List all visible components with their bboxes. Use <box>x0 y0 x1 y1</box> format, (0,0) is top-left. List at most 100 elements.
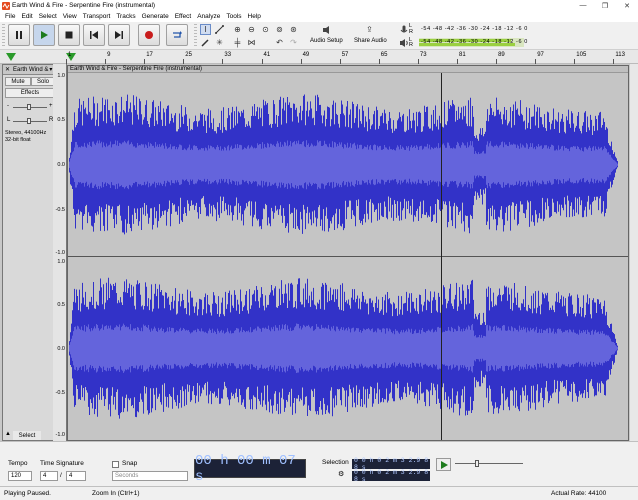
ruler-tick-label: 57 <box>341 52 349 58</box>
trim-audio-icon[interactable]: ╪ <box>232 37 243 48</box>
envelope-tool-icon[interactable] <box>214 24 225 35</box>
clip-title-bar[interactable]: Earth Wind & Fire - Serpentine Fire (ins… <box>68 66 628 73</box>
snap-label: Snap <box>122 460 138 467</box>
menu-analyze[interactable]: Analyze <box>194 13 223 20</box>
time-sig-slash: / <box>60 472 62 479</box>
toolbar-divider <box>194 24 197 48</box>
pan-slider-thumb[interactable] <box>27 118 31 124</box>
tempo-label: Tempo <box>8 460 28 467</box>
pause-button[interactable] <box>8 24 30 46</box>
minimize-button[interactable]: — <box>572 0 594 11</box>
selection-toolbar: Tempo 120 Time Signature 4 / 4 Snap Seco… <box>0 441 638 486</box>
solo-button[interactable]: Solo <box>31 77 55 86</box>
menu-select[interactable]: Select <box>36 13 60 20</box>
skip-to-end-button[interactable] <box>108 24 130 46</box>
undo-icon[interactable]: ↶ <box>274 37 285 48</box>
skip-end-icon <box>115 31 123 39</box>
redo-icon[interactable]: ↷ <box>288 37 299 48</box>
clip-title: Earth Wind & Fire - Serpentine Fire (ins… <box>70 66 203 72</box>
scale-top-m05: -0.5 <box>55 207 65 213</box>
stop-button[interactable] <box>58 24 80 46</box>
selection-end-time[interactable]: 0 0 h 0 2 m 3 2.9 8 8 s <box>352 469 430 483</box>
toolbar-grip[interactable] <box>2 24 5 48</box>
zoom-in-icon[interactable]: ⊕ <box>232 24 243 35</box>
share-audio-icon[interactable]: ⇪ <box>364 24 375 35</box>
title-bar: Earth Wind & Fire - Serpentine Fire (ins… <box>0 0 638 11</box>
selection-settings-icon[interactable]: ⚙ <box>338 470 344 478</box>
effects-button[interactable]: Effects <box>5 88 55 98</box>
close-window-button[interactable]: ✕ <box>616 0 638 11</box>
track-name-menu[interactable]: Earth Wind & <box>13 67 48 73</box>
menu-tracks[interactable]: Tracks <box>113 13 138 20</box>
window-title: Earth Wind & Fire - Serpentine Fire (ins… <box>12 2 156 9</box>
tempo-input[interactable]: 120 <box>8 471 32 481</box>
play-at-speed-button[interactable] <box>436 458 451 471</box>
playback-speed-slider[interactable] <box>455 460 523 467</box>
share-audio-button[interactable]: Share Audio <box>354 38 387 44</box>
menu-transport[interactable]: Transport <box>80 13 114 20</box>
stereo-waveform[interactable] <box>68 73 628 440</box>
playback-meter[interactable]: L R -54 -48 -42 -36 -30 -24 -18 -12 -6 0 <box>409 37 527 48</box>
skip-start-icon <box>90 31 98 39</box>
record-button[interactable] <box>138 24 160 46</box>
timeline-ruler[interactable]: 1 9 17 25 33 41 49 57 65 73 81 89 97 105 113 <box>0 50 638 64</box>
play-head-marker-icon[interactable] <box>6 53 16 61</box>
menu-generate[interactable]: Generate <box>139 13 172 20</box>
speed-slider-thumb[interactable] <box>475 460 479 467</box>
recording-meter[interactable]: L R -54 -48 -42 -36 -30 -24 -18 -12 -6 0 <box>409 23 528 35</box>
stop-icon <box>65 31 73 39</box>
loop-button[interactable] <box>166 24 188 46</box>
menu-tools[interactable]: Tools <box>223 13 244 20</box>
audio-setup-icon[interactable] <box>321 24 332 35</box>
scale-top-05: 0.5 <box>57 117 65 123</box>
menu-effect[interactable]: Effect <box>172 13 195 20</box>
silence-audio-icon[interactable]: ⋈ <box>246 37 257 48</box>
time-sig-denominator[interactable]: 4 <box>66 471 86 481</box>
draw-tool-icon[interactable] <box>200 37 211 48</box>
scale-top-m1: -1.0 <box>55 250 65 256</box>
ruler-tick-label: 17 <box>146 52 153 58</box>
zoom-toggle-icon[interactable]: ⊛ <box>288 24 299 35</box>
waveform-clip[interactable]: Earth Wind & Fire - Serpentine Fire (ins… <box>67 65 629 441</box>
time-display[interactable]: 00 h 00 m 07 s <box>194 453 306 485</box>
pan-slider[interactable]: L R <box>7 117 53 125</box>
gain-minus-icon: - <box>7 103 9 109</box>
skip-to-start-button[interactable] <box>83 24 105 46</box>
gain-slider[interactable]: - + <box>7 103 53 111</box>
menu-view[interactable]: View <box>60 13 80 20</box>
ruler-tick-label: 65 <box>380 52 388 58</box>
record-meter-scale: -54 -48 -42 -36 -30 -24 -18 -12 -6 0 <box>421 26 528 32</box>
snap-checkbox[interactable] <box>112 461 119 468</box>
menu-edit[interactable]: Edit <box>18 13 35 20</box>
selection-start-time[interactable]: 0 0 h 0 2 m 3 2.9 8 8 s <box>352 457 430 471</box>
zoom-out-icon[interactable]: ⊖ <box>246 24 257 35</box>
mute-button[interactable]: Mute <box>5 77 31 86</box>
menu-help[interactable]: Help <box>245 13 264 20</box>
snap-unit-select[interactable]: Seconds <box>112 471 188 481</box>
play-button[interactable] <box>33 24 55 46</box>
fit-project-icon[interactable]: ⊚ <box>274 24 285 35</box>
microphone-icon[interactable] <box>398 24 409 35</box>
gain-slider-thumb[interactable] <box>27 104 31 110</box>
collapse-icon[interactable]: ▲ <box>5 431 11 437</box>
track-sample-format: 32-bit float <box>5 137 31 143</box>
loop-icon <box>173 31 182 38</box>
speaker-icon[interactable] <box>398 37 409 48</box>
scale-bot-m05: -0.5 <box>55 390 65 396</box>
ruler-tick-label: 73 <box>419 52 427 58</box>
track-close-button[interactable]: ✕ <box>5 66 10 73</box>
track-menu-chevron-icon[interactable]: ▾ <box>49 66 52 73</box>
selection-tool-icon[interactable]: I <box>200 24 211 35</box>
vertical-scrollbar[interactable] <box>630 64 638 441</box>
multi-tool-icon[interactable]: ✳ <box>214 37 225 48</box>
maximize-button[interactable]: ❐ <box>594 0 616 11</box>
fit-selection-icon[interactable]: ⊙ <box>260 24 271 35</box>
select-track-button[interactable]: Select <box>13 431 41 440</box>
amplitude-ruler[interactable]: 1.0 0.5 0.0 -0.5 -1.0 1.0 0.5 0.0 -0.5 -… <box>53 64 67 441</box>
scale-top-1: 1.0 <box>57 73 65 79</box>
ruler-tick-label: 33 <box>224 52 232 58</box>
menu-file[interactable]: File <box>2 13 18 20</box>
audio-setup-button[interactable]: Audio Setup <box>310 38 343 44</box>
scale-bot-05: 0.5 <box>57 302 65 308</box>
time-sig-numerator[interactable]: 4 <box>40 471 58 481</box>
